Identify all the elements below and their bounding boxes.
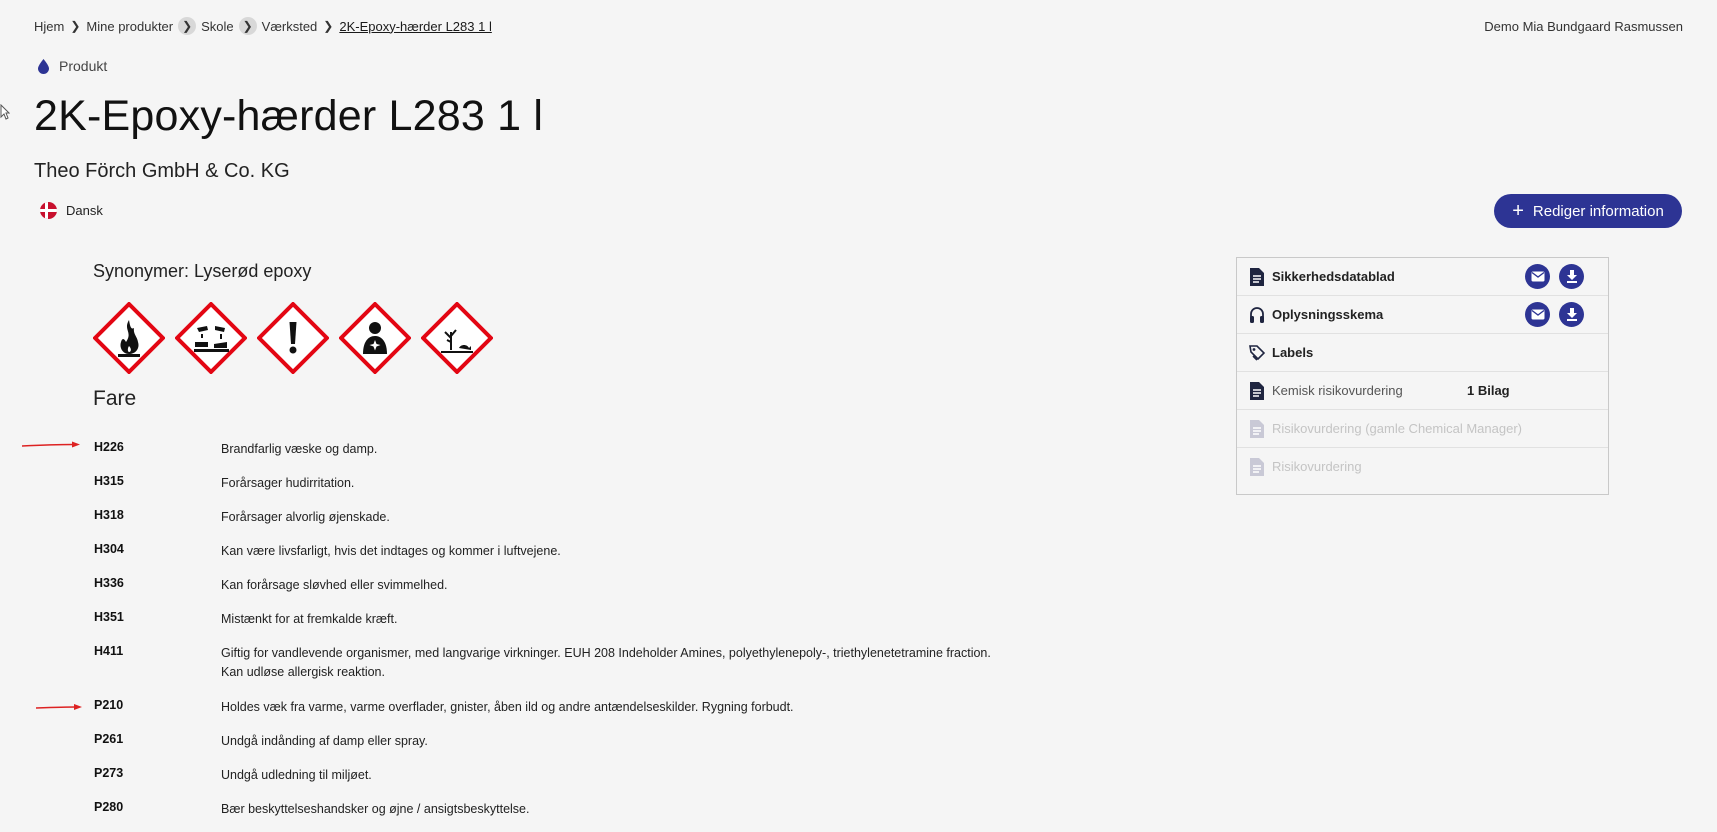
page-title: 2K-Epoxy-hærder L283 1 l	[34, 92, 544, 140]
mail-icon	[1531, 309, 1544, 320]
document-label: Labels	[1272, 345, 1314, 360]
product-type-label: Produkt	[59, 58, 108, 74]
statement-text: Forårsager alvorlig øjenskade.	[221, 510, 390, 524]
tag-icon	[1249, 344, 1265, 361]
danish-flag-icon	[40, 202, 57, 219]
document-row-risk-assessment: Risikovurdering	[1237, 448, 1608, 485]
corrosion-icon	[175, 302, 247, 374]
statement-code: P280	[94, 800, 124, 814]
annotation-arrow-icon	[36, 704, 82, 710]
document-row-information-sheet[interactable]: Oplysningsskema	[1237, 296, 1608, 334]
drop-icon	[38, 58, 49, 74]
statement-code: P210	[94, 698, 124, 712]
breadcrumb-workshop[interactable]: Værksted	[262, 19, 318, 34]
edit-information-button[interactable]: + Rediger information	[1494, 194, 1682, 228]
documents-panel: Sikkerhedsdatablad Oplysningsskema Label…	[1236, 257, 1609, 495]
statement-text: Kan forårsage sløvhed eller svimmelhed.	[221, 578, 448, 592]
mail-icon	[1531, 271, 1544, 282]
statement-text: Bær beskyttelseshandsker og øjne / ansig…	[221, 802, 530, 816]
statement-code: H351	[94, 610, 124, 624]
document-label: Kemisk risikovurdering	[1272, 383, 1403, 398]
ghs-pictograms	[93, 302, 493, 374]
document-icon	[1250, 457, 1264, 476]
signal-word: Fare	[93, 387, 137, 410]
statement-code: P273	[94, 766, 124, 780]
statement-code: P261	[94, 732, 124, 746]
environment-icon	[421, 302, 493, 374]
user-name[interactable]: Demo Mia Bundgaard Rasmussen	[1484, 19, 1683, 34]
document-row-risk-assessment-old: Risikovurdering (gamle Chemical Manager)	[1237, 410, 1608, 448]
document-label: Risikovurdering (gamle Chemical Manager)	[1272, 421, 1522, 436]
statement-text: Forårsager hudirritation.	[221, 476, 355, 490]
statement-code: H411	[94, 644, 124, 658]
statement-text: Kan være livsfarligt, hvis det indtages …	[221, 544, 561, 558]
document-label: Oplysningsskema	[1272, 307, 1384, 322]
statement-text: Undgå udledning til miljøet.	[221, 768, 372, 782]
download-icon	[1566, 308, 1577, 321]
breadcrumb: Hjem ❯ Mine produkter ❯ Skole ❯ Værksted…	[34, 17, 492, 35]
statement-code: H226	[94, 440, 124, 454]
statement-text: Holdes væk fra varme, varme overflader, …	[221, 700, 794, 714]
exclamation-icon	[257, 302, 329, 374]
breadcrumb-school[interactable]: Skole	[201, 19, 234, 34]
document-label: Sikkerhedsdatablad	[1272, 269, 1395, 284]
statement-code: H318	[94, 508, 124, 522]
document-label: Risikovurdering	[1272, 459, 1362, 474]
document-icon	[1250, 419, 1264, 438]
statement-text: Mistænkt for at fremkalde kræft.	[221, 612, 398, 626]
edit-button-label: Rediger information	[1532, 202, 1664, 220]
attachment-count[interactable]: 1 Bilag	[1467, 383, 1510, 398]
document-icon	[1250, 267, 1264, 286]
synonyms: Synonymer: Lyserød epoxy	[93, 261, 312, 281]
statement-text: Undgå indånding af damp eller spray.	[221, 734, 428, 748]
annotation-arrow-icon	[22, 441, 80, 448]
statement-text: Brandfarlig væske og damp.	[221, 442, 378, 456]
plus-icon: +	[1512, 200, 1524, 222]
language-indicator[interactable]: Dansk	[40, 202, 103, 219]
breadcrumb-current[interactable]: 2K-Epoxy-hærder L283 1 l	[339, 19, 491, 34]
product-type: Produkt	[38, 58, 107, 74]
language-label: Dansk	[66, 203, 103, 218]
flame-icon	[93, 302, 165, 374]
chevron-right-icon: ❯	[323, 19, 334, 33]
chevron-right-icon[interactable]: ❯	[178, 17, 197, 35]
email-button[interactable]	[1525, 264, 1550, 289]
download-icon	[1566, 270, 1577, 283]
email-button[interactable]	[1525, 302, 1550, 327]
document-icon	[1250, 381, 1264, 400]
document-row-labels[interactable]: Labels	[1237, 334, 1608, 372]
manufacturer: Theo Förch GmbH & Co. KG	[34, 160, 290, 182]
download-button[interactable]	[1559, 264, 1584, 289]
mouse-cursor-icon	[0, 104, 10, 120]
headphones-icon	[1250, 306, 1264, 323]
statement-code: H304	[94, 542, 124, 556]
statement-code: H315	[94, 474, 124, 488]
chevron-right-icon[interactable]: ❯	[238, 17, 257, 35]
statement-text: Giftig for vandlevende organismer, med l…	[221, 646, 991, 679]
health-hazard-icon	[339, 302, 411, 374]
statement-code: H336	[94, 576, 124, 590]
document-row-chemical-risk-assessment[interactable]: Kemisk risikovurdering 1 Bilag	[1237, 372, 1608, 410]
breadcrumb-home[interactable]: Hjem	[34, 19, 64, 34]
document-row-safety-data-sheet[interactable]: Sikkerhedsdatablad	[1237, 258, 1608, 296]
download-button[interactable]	[1559, 302, 1584, 327]
breadcrumb-my-products[interactable]: Mine produkter	[86, 19, 173, 34]
chevron-right-icon: ❯	[70, 19, 81, 33]
